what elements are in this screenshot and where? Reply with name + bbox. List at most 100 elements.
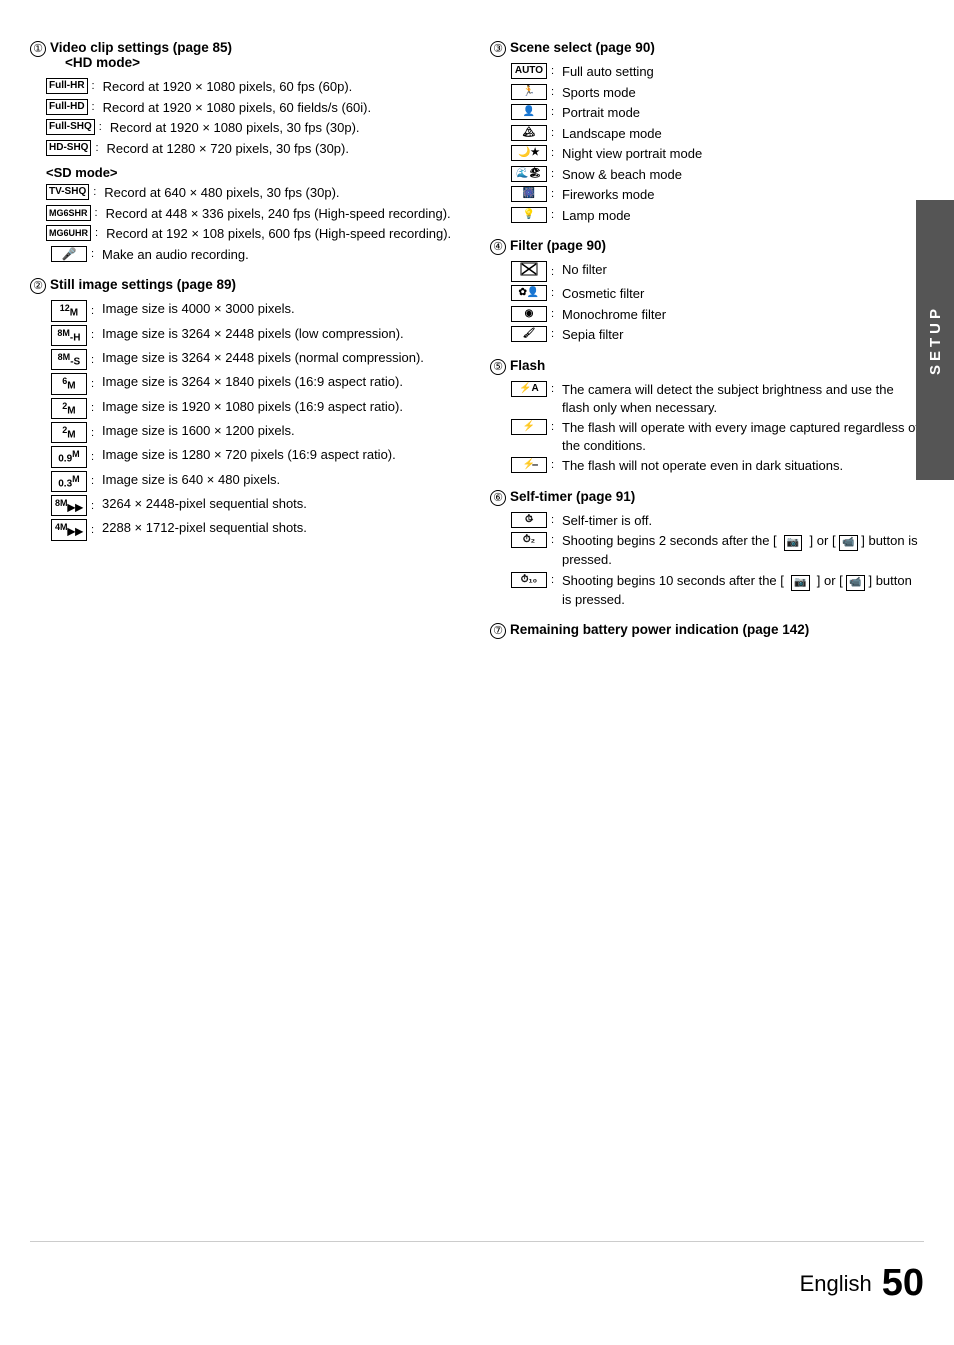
item-8m-seq: 8M▶▶: 3264 × 2448-pixel sequential shots… — [46, 495, 470, 516]
item-8m-h: 8M-H: Image size is 3264 × 2448 pixels (… — [46, 325, 470, 346]
text-timer-2s: Shooting begins 2 seconds after the [ 📷 … — [562, 532, 924, 569]
text-mg6uhr: Record at 192 × 108 pixels, 600 fps (Hig… — [106, 225, 470, 243]
setup-sidebar: SETUP — [916, 200, 954, 480]
icon-8m-h: 8M-H: — [46, 325, 98, 346]
box-8m-s: 8M-S — [51, 349, 87, 370]
box-timer-2s: ⏱₂ — [511, 532, 547, 548]
item-timer-2s: ⏱₂: Shooting begins 2 seconds after the … — [506, 532, 924, 569]
box-2m-169: 2M — [51, 398, 87, 419]
icon-6m: 6M: — [46, 373, 98, 394]
item-lamp: 💡: Lamp mode — [506, 207, 924, 225]
icon-2m: 2M: — [46, 422, 98, 443]
text-tv-shq: Record at 640 × 480 pixels, 30 fps (30p)… — [104, 184, 470, 202]
box-lamp: 💡 — [511, 207, 547, 223]
box-flash-auto: ⚡A — [511, 381, 547, 397]
sd-mode-title: <SD mode> — [46, 165, 470, 180]
item-hd-shq: HD-SHQ: Record at 1280 × 720 pixels, 30 … — [46, 140, 470, 158]
setup-label: SETUP — [927, 305, 944, 375]
item-tv-shq: TV-SHQ: Record at 640 × 480 pixels, 30 f… — [46, 184, 470, 202]
section-scene-select: ③ Scene select (page 90) AUTO: Full auto… — [490, 40, 924, 224]
section3-title: Scene select (page 90) — [510, 40, 655, 55]
mg6shr-box: MG6SHR — [46, 205, 91, 221]
item-portrait: 👤: Portrait mode — [506, 104, 924, 122]
item-flash-auto: ⚡A: The camera will detect the subject b… — [506, 381, 924, 416]
section2-title: Still image settings (page 89) — [50, 277, 236, 292]
vid-icon-inline2: 📹 — [846, 575, 864, 591]
section2-header: ② Still image settings (page 89) — [30, 277, 470, 296]
item-full-hd: Full-HD: Record at 1920 × 1080 pixels, 6… — [46, 99, 470, 117]
icon-audio: 🎤: — [46, 246, 98, 262]
item-mg6shr: MG6SHR: Record at 448 × 336 pixels, 240 … — [46, 205, 470, 223]
item-audio: 🎤: Make an audio recording. — [46, 246, 470, 264]
icon-lamp: 💡: — [506, 207, 558, 223]
text-flash-off: The flash will not operate even in dark … — [562, 457, 924, 475]
box-8m-h: 8M-H — [51, 325, 87, 346]
section-battery: ⑦ Remaining battery power indication (pa… — [490, 622, 924, 641]
box-6m: 6M — [51, 373, 87, 394]
item-4m-seq: 4M▶▶: 2288 × 1712-pixel sequential shots… — [46, 519, 470, 540]
icon-09m: 0.9M: — [46, 446, 98, 467]
cam-icon-inline1: 📷 — [784, 535, 802, 551]
section5-header: ⑤ Flash — [490, 358, 924, 377]
item-2m-169: 2M: Image size is 1920 × 1080 pixels (16… — [46, 398, 470, 419]
full-shq-box: Full-SHQ — [46, 119, 95, 135]
item-night-portrait: 🌙★: Night view portrait mode — [506, 145, 924, 163]
item-2m: 2M: Image size is 1600 × 1200 pixels. — [46, 422, 470, 443]
section6-title: Self-timer (page 91) — [510, 489, 635, 504]
box-4m-seq: 4M▶▶ — [51, 519, 87, 540]
text-no-filter: No filter — [562, 261, 924, 279]
icon-4m-seq: 4M▶▶: — [46, 519, 98, 540]
text-mono: Monochrome filter — [562, 306, 924, 324]
icon-full-auto: AUTO: — [506, 63, 558, 79]
page: SETUP ① Video clip settings (page 85) <H… — [0, 0, 954, 1345]
box-12m: 12M — [51, 300, 87, 321]
icon-snow-beach: 🌊🏖: — [506, 166, 558, 182]
item-cosmetic: ✿👤: Cosmetic filter — [506, 285, 924, 303]
icon-hd-shq: HD-SHQ: — [46, 140, 103, 156]
icon-full-hd: Full-HD: — [46, 99, 99, 115]
icon-no-filter: : — [506, 261, 558, 282]
text-8m-seq: 3264 × 2448-pixel sequential shots. — [102, 495, 470, 513]
icon-timer-10s: ⏱₁₀: — [506, 572, 558, 588]
icon-sports: 🏃: — [506, 84, 558, 100]
section5-title: Flash — [510, 358, 545, 373]
section3-header: ③ Scene select (page 90) — [490, 40, 924, 59]
item-mg6uhr: MG6UHR: Record at 192 × 108 pixels, 600 … — [46, 225, 470, 243]
text-8m-h: Image size is 3264 × 2448 pixels (low co… — [102, 325, 470, 343]
icon-sepia: 🖌: — [506, 326, 558, 342]
footer-page-number: 50 — [882, 1262, 924, 1305]
audio-box: 🎤 — [51, 246, 87, 262]
box-night-portrait: 🌙★ — [511, 145, 547, 161]
text-flash-on: The flash will operate with every image … — [562, 419, 924, 454]
box-8m-seq: 8M▶▶ — [51, 495, 87, 516]
text-flash-auto: The camera will detect the subject brigh… — [562, 381, 924, 416]
vid-icon-inline1: 📹 — [839, 535, 857, 551]
tv-shq-box: TV-SHQ — [46, 184, 89, 200]
item-09m: 0.9M: Image size is 1280 × 720 pixels (1… — [46, 446, 470, 467]
footer-language: English — [800, 1271, 872, 1297]
icon-timer-off: ⏱̶: — [506, 512, 558, 528]
full-hd-box: Full-HD — [46, 99, 88, 115]
text-timer-10s: Shooting begins 10 seconds after the [ 📷… — [562, 572, 924, 609]
section-flash: ⑤ Flash ⚡A: The camera will detect the s… — [490, 358, 924, 475]
text-12m: Image size is 4000 × 3000 pixels. — [102, 300, 470, 318]
icon-full-hr: Full-HR: — [46, 78, 99, 94]
box-timer-off: ⏱̶ — [511, 512, 547, 528]
icon-tv-shq: TV-SHQ: — [46, 184, 100, 200]
full-hr-box: Full-HR — [46, 78, 88, 94]
text-lamp: Lamp mode — [562, 207, 924, 225]
text-cosmetic: Cosmetic filter — [562, 285, 924, 303]
section2-num: ② — [30, 278, 46, 294]
box-flash-on: ⚡ — [511, 419, 547, 435]
box-cosmetic: ✿👤 — [511, 285, 547, 301]
text-sports: Sports mode — [562, 84, 924, 102]
item-6m: 6M: Image size is 3264 × 1840 pixels (16… — [46, 373, 470, 394]
icon-cosmetic: ✿👤: — [506, 285, 558, 301]
section1-title: Video clip settings (page 85) <HD mode> — [50, 40, 232, 70]
icon-12m: 12M: — [46, 300, 98, 321]
section6-header: ⑥ Self-timer (page 91) — [490, 489, 924, 508]
icon-full-shq: Full-SHQ: — [46, 119, 106, 135]
left-column: ① Video clip settings (page 85) <HD mode… — [30, 40, 470, 1231]
icon-timer-2s: ⏱₂: — [506, 532, 558, 548]
icon-8m-s: 8M-S: — [46, 349, 98, 370]
